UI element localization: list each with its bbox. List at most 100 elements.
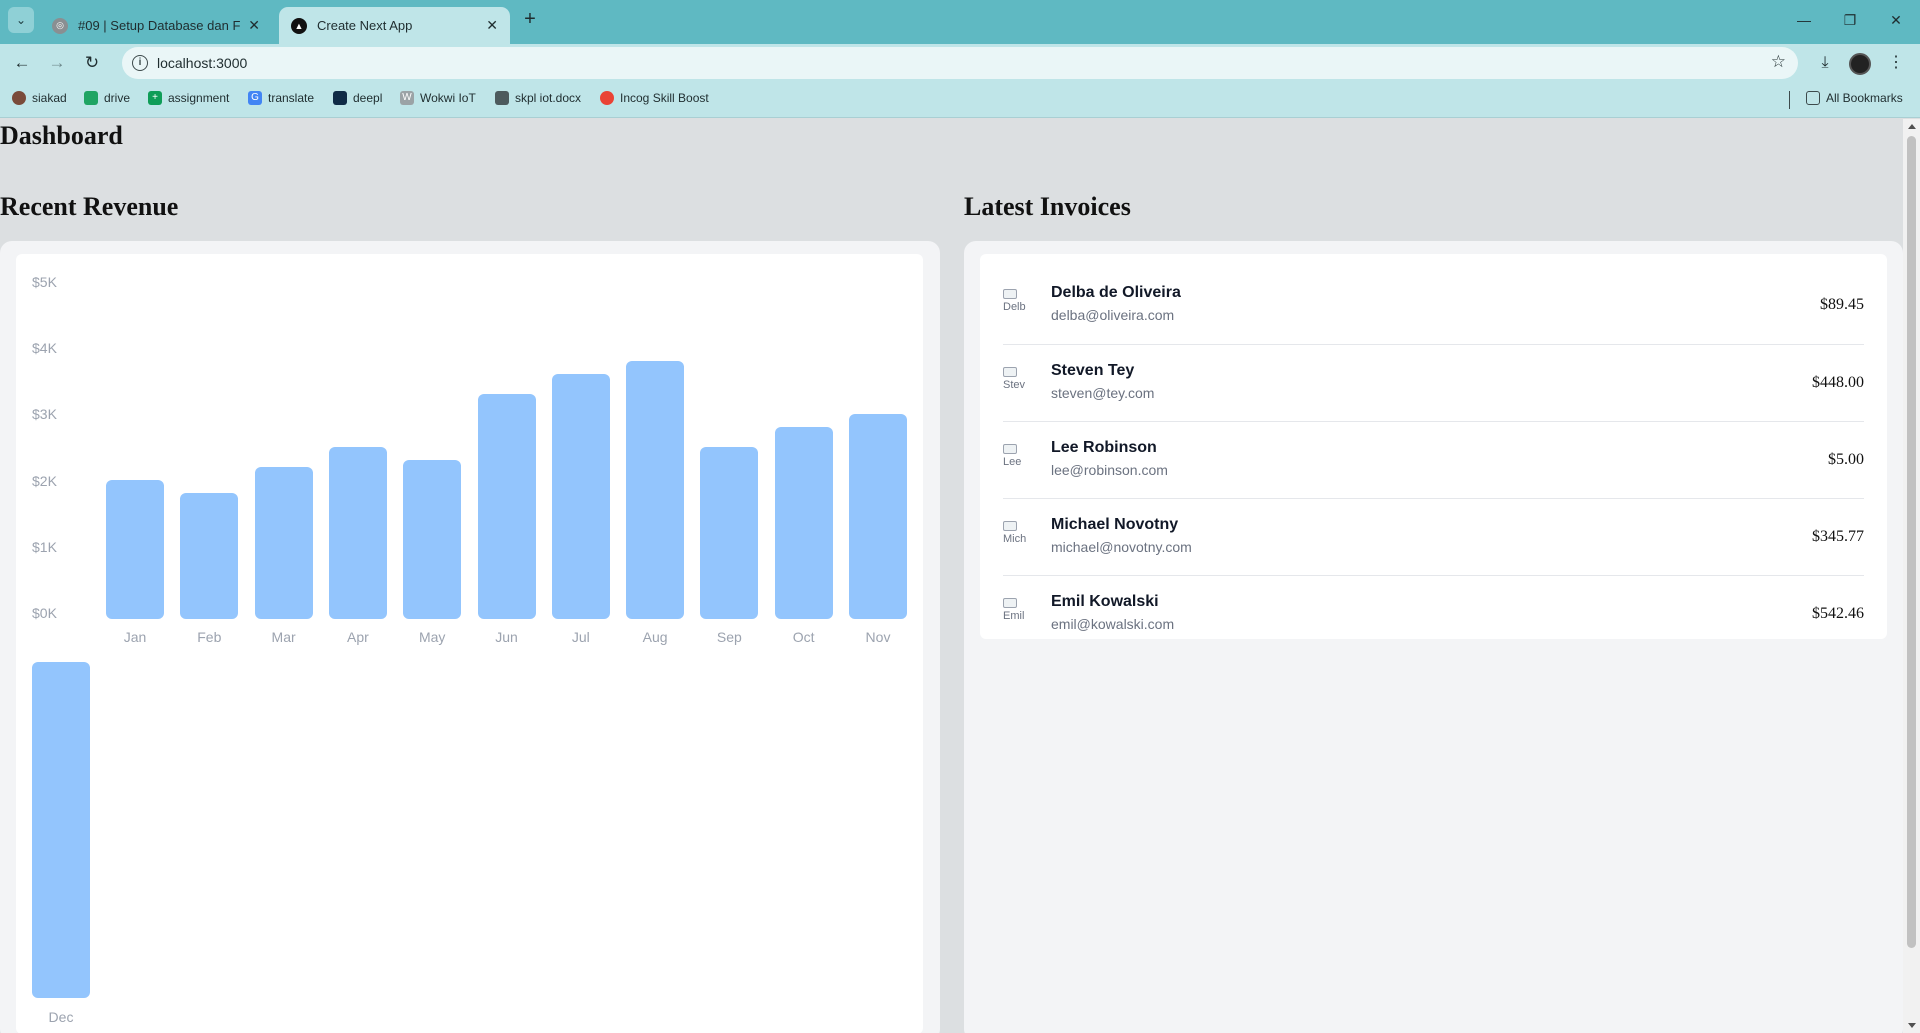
bookmark-drive[interactable]: drive (84, 91, 130, 105)
bar-sep (700, 446, 759, 619)
address-bar[interactable]: i localhost:3000 ☆ (122, 47, 1798, 79)
bookmark-incog[interactable]: Incog Skill Boost (600, 91, 709, 105)
bookmark-translate[interactable]: Gtranslate (248, 91, 314, 105)
browser-menu-button[interactable]: ⋮ (1884, 51, 1908, 75)
avatar-alt-text: Delb (1003, 301, 1026, 313)
browser-toolbar: ← → ↻ i localhost:3000 ☆ ⤓ ⋮ (0, 44, 1920, 82)
download-button[interactable]: ⤓ (1813, 51, 1837, 75)
broken-image-icon (1003, 444, 1017, 454)
download-icon: ⤓ (1821, 54, 1829, 71)
bookmark-label: assignment (168, 91, 230, 105)
close-icon[interactable]: ✕ (248, 17, 260, 34)
invoice-amount: $345.77 (1812, 528, 1864, 545)
tab-create-next-app[interactable]: ▲ Create Next App ✕ (279, 7, 510, 44)
scroll-up-arrow[interactable] (1908, 124, 1916, 129)
invoice-row[interactable]: Stev Steven Tey steven@tey.com $448.00 (1003, 344, 1864, 421)
bar-feb (180, 493, 239, 619)
restore-button[interactable]: ❐ (1835, 8, 1865, 32)
invoice-customer-name: Steven Tey (1051, 362, 1135, 379)
bookmark-label: Wokwi IoT (420, 91, 476, 105)
bookmarks-divider (1789, 91, 1790, 109)
bookmark-label: siakad (32, 91, 67, 105)
bookmark-siakad[interactable]: siakad (12, 91, 67, 105)
bookmark-label: deepl (353, 91, 383, 105)
avatar: Stev (1003, 367, 1031, 399)
url-text: localhost:3000 (157, 55, 248, 71)
invoice-customer-email: steven@tey.com (1051, 385, 1155, 401)
y-axis-tick-label: $1K (32, 538, 57, 555)
tab-title: #09 | Setup Database dan Fetch (78, 18, 241, 33)
bookmark-deepl[interactable]: deepl (333, 91, 382, 105)
avatar: Emil (1003, 598, 1031, 630)
page-title: Dashboard (0, 121, 123, 150)
assignment-icon: + (148, 91, 162, 105)
bar-mar (254, 466, 313, 619)
invoice-customer-name: Lee Robinson (1051, 439, 1157, 456)
tab-search-button[interactable]: ⌄ (8, 7, 34, 33)
bar-nov (849, 413, 907, 619)
all-bookmarks-button[interactable]: All Bookmarks (1806, 91, 1903, 105)
invoice-customer-email: emil@kowalski.com (1051, 616, 1175, 632)
scroll-down-arrow[interactable] (1908, 1023, 1916, 1028)
close-icon[interactable]: ✕ (486, 17, 498, 34)
bar-aug (626, 360, 685, 619)
close-icon: ✕ (1890, 12, 1902, 28)
drive-icon (84, 91, 98, 105)
y-axis-tick-label: $0K (32, 605, 57, 621)
tab-setup-database[interactable]: ◎ #09 | Setup Database dan Fetch ✕ (40, 7, 272, 44)
x-axis-tick-label: Jun (495, 629, 518, 645)
minimize-icon: — (1797, 12, 1811, 28)
y-axis-tick-label: $2K (32, 472, 57, 489)
invoice-customer-name: Emil Kowalski (1051, 593, 1159, 610)
invoices-title: Latest Invoices (964, 192, 1131, 221)
x-axis-tick-label: Mar (271, 629, 296, 645)
translate-icon: G (248, 91, 262, 105)
bookmark-wokwi[interactable]: W Wokwi IoT (400, 91, 476, 105)
y-axis-tick-label: $3K (32, 406, 57, 423)
back-arrow-icon: ← (13, 53, 31, 72)
invoice-amount: $448.00 (1812, 374, 1864, 391)
invoice-customer-name: Delba de Oliveira (1051, 284, 1181, 301)
invoice-customer-email: lee@robinson.com (1051, 462, 1168, 478)
plus-icon: + (524, 8, 536, 30)
x-axis-tick-label: Oct (792, 629, 815, 645)
globe-icon: ◎ (52, 17, 68, 34)
x-axis-tick-label: May (418, 629, 446, 645)
reload-button[interactable]: ↻ (80, 51, 104, 75)
broken-image-icon (1003, 598, 1017, 608)
new-tab-button[interactable]: + (518, 8, 542, 32)
y-axis-tick-label: $5K (32, 274, 57, 290)
scrollbar-thumb[interactable] (1907, 136, 1916, 948)
tab-title: Create Next App (317, 18, 413, 33)
invoice-row[interactable]: Lee Lee Robinson lee@robinson.com $5.00 (1003, 421, 1864, 498)
broken-image-icon (1003, 289, 1017, 299)
x-axis-tick-label: Apr (346, 629, 369, 645)
bookmark-assignment[interactable]: + assignment (148, 91, 229, 105)
bookmark-skpl[interactable]: skpl iot.docx (495, 91, 581, 105)
forward-button[interactable]: → (45, 51, 69, 75)
bookmarks-bar: siakad drive + assignment Gtranslate deep… (0, 82, 1920, 118)
bookmark-label: drive (104, 91, 131, 105)
page-scrollbar[interactable] (1903, 119, 1920, 1033)
x-axis-tick-label: Jan (123, 629, 147, 645)
profile-avatar[interactable] (1849, 53, 1871, 75)
more-vertical-icon: ⋮ (1888, 54, 1904, 71)
back-button[interactable]: ← (10, 51, 34, 75)
bookmark-star-icon[interactable]: ☆ (1771, 52, 1786, 72)
minimize-button[interactable]: — (1789, 8, 1819, 32)
avatar-alt-text: Lee (1003, 456, 1022, 468)
avatar-alt-text: Emil (1003, 610, 1025, 622)
site-info-icon[interactable]: i (132, 55, 148, 71)
avatar: Mich (1003, 521, 1031, 553)
invoice-row[interactable]: Delb Delba de Oliveira delba@oliveira.com $… (1003, 267, 1864, 344)
document-icon (495, 91, 509, 105)
all-bookmarks-label: All Bookmarks (1826, 91, 1903, 105)
nextjs-logo-icon: ▲ (291, 17, 307, 34)
close-window-button[interactable]: ✕ (1881, 8, 1911, 32)
broken-image-icon (1003, 367, 1017, 377)
bar-jun (477, 393, 536, 619)
invoice-row[interactable]: Emil Emil Kowalski emil@kowalski.com $542.4… (1003, 575, 1864, 652)
avatar: Lee (1003, 444, 1031, 476)
invoice-row[interactable]: Mich Michael Novotny michael@novotny.com $3… (1003, 498, 1864, 575)
bookmark-label: skpl iot.docx (515, 91, 582, 105)
